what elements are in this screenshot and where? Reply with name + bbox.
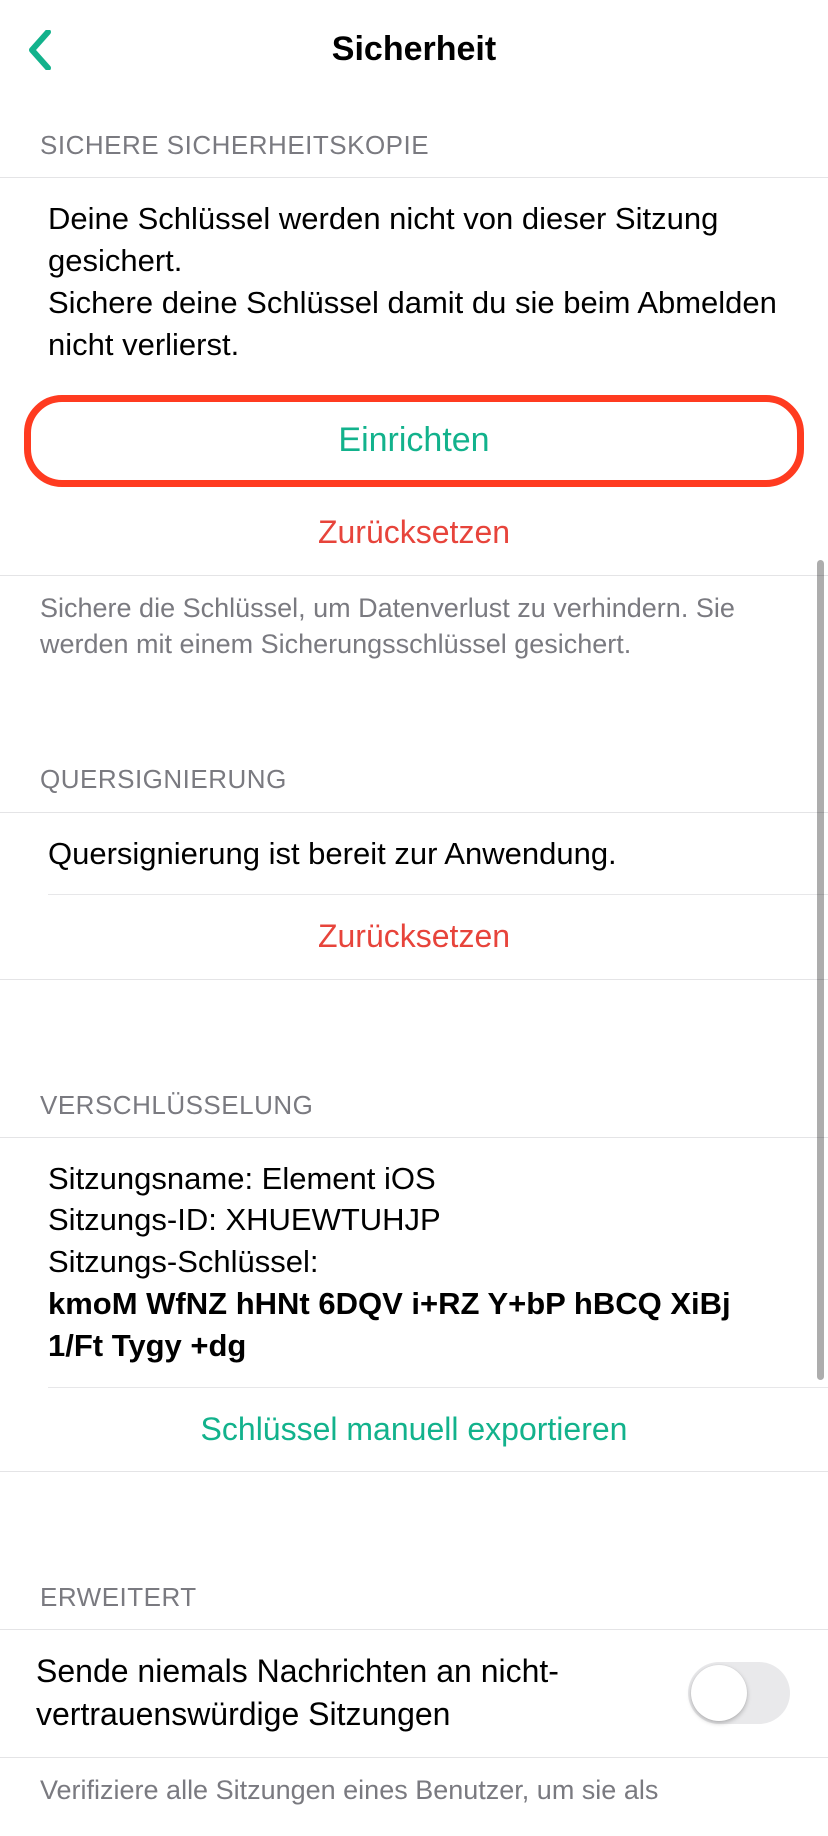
panel-backup: Deine Schlüssel werden nicht von dieser … [0, 177, 828, 575]
reset-backup-button[interactable]: Zurücksetzen [0, 491, 828, 574]
navbar: Sicherheit [0, 0, 828, 100]
scroll-indicator[interactable] [817, 560, 824, 1380]
reset-crosssign-button[interactable]: Zurücksetzen [0, 895, 828, 978]
never-send-untrusted-label: Sende niemals Nachrichten an nicht-vertr… [36, 1650, 688, 1736]
setup-button[interactable]: Einrichten [24, 395, 804, 487]
session-id-label: Sitzungs-ID: [48, 1202, 225, 1237]
section-header-crosssign: QUERSIGNIERUNG [0, 734, 828, 811]
panel-advanced: Sende niemals Nachrichten an nicht-vertr… [0, 1629, 828, 1757]
section-footer-backup: Sichere die Schlüssel, um Datenverlust z… [0, 576, 828, 691]
session-key-label: Sitzungs-Schlüssel: [48, 1244, 319, 1279]
export-keys-button[interactable]: Schlüssel manuell exportieren [0, 1388, 828, 1471]
encryption-details: Sitzungsname: Element iOS Sitzungs-ID: X… [0, 1138, 828, 1387]
session-name-label: Sitzungsname: [48, 1161, 262, 1196]
section-footer-advanced: Verifiziere alle Sitzungen eines Benutze… [0, 1758, 828, 1836]
never-send-untrusted-row: Sende niemals Nachrichten an nicht-vertr… [0, 1630, 828, 1756]
session-id-value: XHUEWTUHJP [225, 1202, 440, 1237]
section-header-advanced: ERWEITERT [0, 1552, 828, 1629]
panel-encryption: Sitzungsname: Element iOS Sitzungs-ID: X… [0, 1137, 828, 1472]
crosssign-status: Quersignierung ist bereit zur Anwendung. [0, 813, 828, 895]
never-send-untrusted-toggle[interactable] [688, 1662, 790, 1724]
back-button[interactable] [18, 28, 62, 72]
backup-description-line2: Sichere deine Schlüssel damit du sie bei… [48, 285, 777, 362]
section-header-backup: SICHERE SICHERHEITSKOPIE [0, 100, 828, 177]
chevron-left-icon [28, 30, 52, 70]
backup-description: Deine Schlüssel werden nicht von dieser … [0, 178, 828, 385]
page-title: Sicherheit [332, 27, 496, 73]
section-header-encryption: VERSCHLÜSSELUNG [0, 1060, 828, 1137]
toggle-knob [691, 1665, 747, 1721]
panel-crosssign: Quersignierung ist bereit zur Anwendung.… [0, 812, 828, 980]
session-key-value: kmoM WfNZ hHNt 6DQV i+RZ Y+bP hBCQ XiBj … [48, 1286, 731, 1363]
session-name-value: Element iOS [262, 1161, 436, 1196]
backup-description-line1: Deine Schlüssel werden nicht von dieser … [48, 201, 718, 278]
